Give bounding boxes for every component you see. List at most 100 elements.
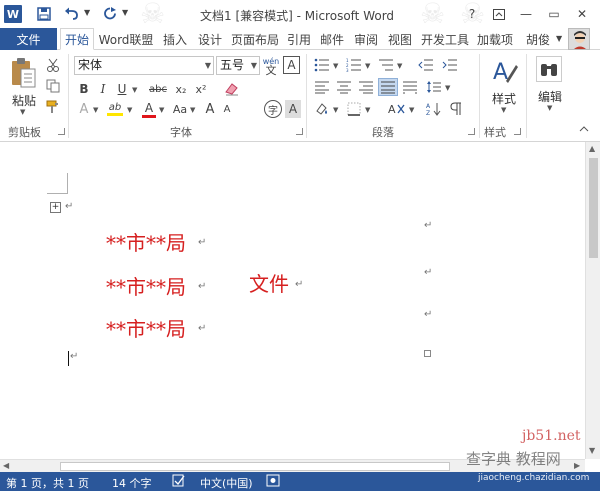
font-color-button[interactable]: A bbox=[140, 100, 158, 118]
borders-dropdown-icon[interactable]: ▼ bbox=[365, 106, 370, 114]
save-icon[interactable] bbox=[34, 5, 54, 23]
tab-home[interactable]: 开始 bbox=[60, 28, 94, 50]
text-effects-dropdown-icon[interactable]: ▼ bbox=[93, 106, 98, 114]
borders-icon[interactable] bbox=[344, 100, 364, 118]
styles-button-label[interactable]: 样式 bbox=[492, 90, 516, 107]
tab-developer[interactable]: 开发工具 bbox=[418, 28, 472, 50]
highlight-color-button[interactable]: ab bbox=[104, 100, 126, 118]
avatar[interactable] bbox=[568, 28, 590, 50]
word-app-icon[interactable]: W bbox=[4, 5, 22, 23]
page-count-status[interactable]: 第 1 页，共 1 页 bbox=[6, 475, 89, 491]
distributed-icon[interactable] bbox=[400, 78, 420, 96]
font-name-combobox[interactable]: 宋体 ▼ bbox=[74, 56, 214, 75]
shrink-font-button[interactable]: A bbox=[219, 100, 235, 118]
proofing-icon[interactable] bbox=[172, 474, 186, 490]
align-left-icon[interactable] bbox=[312, 78, 332, 96]
scroll-left-icon[interactable]: ◀ bbox=[3, 461, 9, 470]
user-dropdown-icon[interactable]: ▼ bbox=[556, 34, 562, 43]
language-status[interactable]: 中文(中国) bbox=[200, 475, 253, 491]
editing-dropdown-icon[interactable]: ▼ bbox=[547, 104, 552, 112]
highlight-dropdown-icon[interactable]: ▼ bbox=[127, 106, 132, 114]
styles-dropdown-icon[interactable]: ▼ bbox=[501, 106, 506, 114]
clipboard-dialog-launcher-icon[interactable] bbox=[58, 128, 65, 135]
subscript-button[interactable]: x₂ bbox=[172, 80, 190, 98]
document-canvas[interactable]: + ↵ **市**局 ↵ ↵ **市**局 ↵ 文件 ↵ ↵ **市**局 ↵ … bbox=[0, 142, 585, 459]
minimize-button[interactable]: — bbox=[514, 4, 538, 24]
tab-word-union[interactable]: Word联盟 bbox=[96, 28, 156, 50]
scroll-up-icon[interactable]: ▲ bbox=[589, 144, 595, 153]
redo-icon[interactable] bbox=[100, 5, 120, 23]
justify-icon[interactable] bbox=[378, 78, 398, 96]
font-size-dropdown-icon[interactable]: ▼ bbox=[251, 57, 257, 74]
character-border-icon[interactable]: A bbox=[283, 56, 300, 74]
paste-dropdown-icon[interactable]: ▼ bbox=[20, 108, 25, 116]
tab-insert[interactable]: 插入 bbox=[158, 28, 192, 50]
word-count-status[interactable]: 14 个字 bbox=[112, 475, 152, 491]
tab-references[interactable]: 引用 bbox=[284, 28, 314, 50]
italic-button[interactable]: I bbox=[95, 80, 111, 98]
tab-view[interactable]: 视图 bbox=[384, 28, 416, 50]
customize-quick-access-icon[interactable]: ▼ bbox=[122, 8, 128, 17]
vertical-scroll-thumb[interactable] bbox=[589, 158, 598, 258]
font-color-dropdown-icon[interactable]: ▼ bbox=[159, 106, 164, 114]
undo-dropdown-icon[interactable]: ▼ bbox=[84, 8, 90, 17]
bold-button[interactable]: B bbox=[76, 80, 92, 98]
close-button[interactable]: ✕ bbox=[570, 4, 594, 24]
styles-gallery-icon[interactable]: A bbox=[490, 56, 520, 86]
sort-icon[interactable]: AZ bbox=[424, 100, 444, 118]
superscript-button[interactable]: x² bbox=[192, 80, 210, 98]
decrease-indent-icon[interactable] bbox=[416, 56, 436, 74]
grow-font-button[interactable]: A bbox=[202, 100, 218, 118]
editing-button-label[interactable]: 编辑 bbox=[538, 88, 562, 105]
change-case-dropdown-icon[interactable]: ▼ bbox=[190, 106, 195, 114]
scroll-right-icon[interactable]: ▶ bbox=[574, 461, 580, 470]
clear-formatting-icon[interactable] bbox=[222, 78, 242, 98]
shading-dropdown-icon[interactable]: ▼ bbox=[333, 106, 338, 114]
binoculars-icon[interactable] bbox=[536, 56, 562, 82]
strikethrough-button[interactable]: abc bbox=[146, 80, 170, 98]
undo-icon[interactable] bbox=[62, 5, 82, 23]
paste-button-label[interactable]: 粘贴 bbox=[12, 92, 36, 109]
enclose-characters-button[interactable]: 字 bbox=[264, 100, 282, 118]
scroll-down-icon[interactable]: ▼ bbox=[589, 446, 595, 455]
chinese-layout-icon[interactable]: A bbox=[386, 100, 408, 118]
styles-dialog-launcher-icon[interactable] bbox=[514, 128, 521, 135]
paste-icon[interactable] bbox=[8, 56, 38, 90]
paragraph-dialog-launcher-icon[interactable] bbox=[468, 128, 475, 135]
bullets-dropdown-icon[interactable]: ▼ bbox=[333, 62, 338, 70]
numbering-dropdown-icon[interactable]: ▼ bbox=[365, 62, 370, 70]
tab-review[interactable]: 审阅 bbox=[350, 28, 382, 50]
increase-indent-icon[interactable] bbox=[440, 56, 460, 74]
text-effects-button[interactable]: A bbox=[76, 100, 92, 118]
macro-recording-icon[interactable] bbox=[266, 474, 280, 490]
bullets-icon[interactable] bbox=[312, 56, 332, 74]
font-size-combobox[interactable]: 五号 ▼ bbox=[216, 56, 260, 75]
phonetic-guide-icon[interactable]: wén 文 bbox=[262, 55, 280, 77]
chinese-layout-dropdown-icon[interactable]: ▼ bbox=[409, 106, 414, 114]
vertical-scrollbar[interactable]: ▲ ▼ bbox=[585, 142, 600, 459]
align-right-icon[interactable] bbox=[356, 78, 376, 96]
multilevel-list-dropdown-icon[interactable]: ▼ bbox=[397, 62, 402, 70]
font-dialog-launcher-icon[interactable] bbox=[296, 128, 303, 135]
underline-button[interactable]: U bbox=[114, 80, 130, 98]
format-painter-icon[interactable] bbox=[44, 98, 62, 116]
line-spacing-dropdown-icon[interactable]: ▼ bbox=[445, 84, 450, 92]
tab-design[interactable]: 设计 bbox=[194, 28, 226, 50]
table-move-handle-icon[interactable]: + bbox=[50, 202, 61, 213]
character-shading-button[interactable]: A bbox=[285, 100, 301, 118]
line-spacing-icon[interactable] bbox=[424, 78, 444, 96]
ribbon-display-options-button[interactable] bbox=[487, 4, 511, 24]
align-center-icon[interactable] bbox=[334, 78, 354, 96]
show-paragraph-marks-icon[interactable] bbox=[446, 100, 466, 118]
restore-button[interactable]: ▭ bbox=[542, 4, 566, 24]
horizontal-scroll-thumb[interactable] bbox=[60, 462, 450, 471]
font-name-dropdown-icon[interactable]: ▼ bbox=[205, 57, 211, 74]
multilevel-list-icon[interactable] bbox=[376, 56, 396, 74]
help-button[interactable]: ? bbox=[460, 4, 484, 24]
underline-dropdown-icon[interactable]: ▼ bbox=[132, 86, 137, 94]
tab-add-ins[interactable]: 加载项 bbox=[474, 28, 516, 50]
tab-file[interactable]: 文件 bbox=[0, 28, 57, 50]
cut-icon[interactable] bbox=[44, 56, 62, 74]
collapse-ribbon-icon[interactable] bbox=[576, 122, 592, 136]
tab-mailings[interactable]: 邮件 bbox=[316, 28, 348, 50]
